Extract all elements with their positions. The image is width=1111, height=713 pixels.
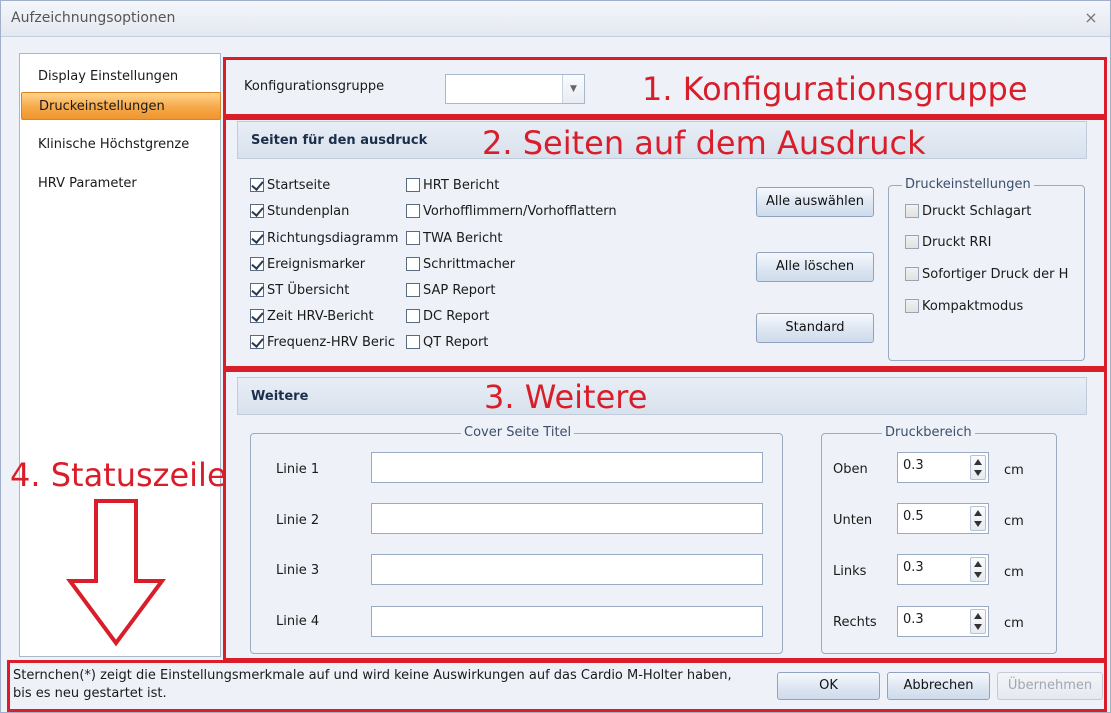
sidebar-item-display-einstellungen[interactable]: Display Einstellungen (21, 63, 221, 91)
annotation-box-4 (7, 660, 1107, 712)
annotation-label-1: 1. Konfigurationsgruppe (642, 70, 1028, 108)
annotation-label-3: 3. Weitere (484, 378, 648, 416)
dialog-window: Aufzeichnungsoptionen × Display Einstell… (0, 0, 1111, 713)
sidebar-item-klinische-hoechstgrenze[interactable]: Klinische Höchstgrenze (21, 131, 221, 159)
down-arrow-icon (66, 499, 166, 647)
sidebar-item-druckeinstellungen[interactable]: Druckeinstellungen (21, 92, 221, 120)
sidebar-item-hrv-parameter[interactable]: HRV Parameter (21, 170, 221, 198)
title-bar: Aufzeichnungsoptionen × (1, 1, 1110, 37)
window-title: Aufzeichnungsoptionen (11, 10, 176, 26)
annotation-label-4: 4. Statuszeile (10, 456, 227, 494)
annotation-label-2: 2. Seiten auf dem Ausdruck (482, 124, 926, 162)
close-icon[interactable]: × (1080, 7, 1102, 29)
annotation-box-3 (223, 369, 1107, 661)
